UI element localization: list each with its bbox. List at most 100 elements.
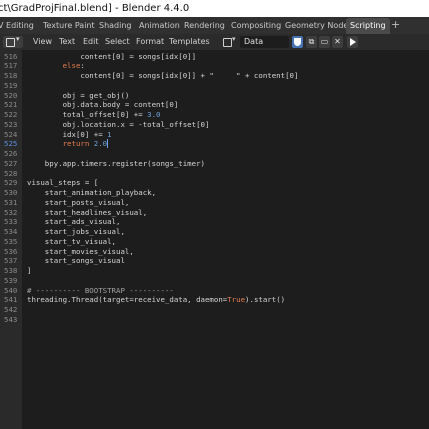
code-text[interactable]: content[0] = songs[idx[0]] + " " + conte… xyxy=(27,71,298,81)
code-text[interactable]: bpy.app.timers.register(songs_timer) xyxy=(27,159,205,169)
code-text[interactable]: visual_steps = [ xyxy=(27,178,98,188)
code-text[interactable]: idx[0] += 1 xyxy=(27,130,112,140)
new-textblock-button[interactable]: ▭ xyxy=(319,36,330,48)
code-line[interactable]: 529 visual_steps = [ xyxy=(0,178,429,188)
tab-rendering[interactable]: Rendering xyxy=(184,17,225,34)
line-number: 526 xyxy=(4,149,18,158)
run-script-button[interactable] xyxy=(347,36,358,48)
line-number: 538 xyxy=(4,266,18,275)
code-line[interactable]: 543 xyxy=(0,315,429,325)
code-line[interactable]: 516 content[0] = songs[idx[0]] xyxy=(0,52,429,62)
code-line[interactable]: 537 start_songs_visual xyxy=(0,256,429,266)
code-text[interactable]: obj.data.body = content[0] xyxy=(27,100,179,110)
menu-select[interactable]: Select xyxy=(105,34,130,50)
menu-templates[interactable]: Templates xyxy=(169,34,210,50)
line-number: 528 xyxy=(4,168,18,178)
code-line[interactable]: 531 start_posts_visual, xyxy=(0,198,429,208)
code-line[interactable]: 518 content[0] = songs[idx[0]] + " " + c… xyxy=(0,71,429,81)
line-number: 531 xyxy=(4,197,18,207)
tab-shading[interactable]: Shading xyxy=(99,17,132,34)
menu-text[interactable]: Text xyxy=(59,34,75,50)
textblock-browse-button[interactable]: ▾ xyxy=(222,35,236,48)
code-line[interactable]: 540 # ---------- BOOTSTRAP ---------- xyxy=(0,286,429,296)
tab-geometry-nodes[interactable]: Geometry Nodes xyxy=(285,17,352,34)
code-text[interactable]: return 2.0 xyxy=(27,139,108,149)
code-line[interactable]: 528 xyxy=(0,169,429,179)
line-number: 537 xyxy=(4,256,18,266)
code-line[interactable]: 532 start_headlines_visual, xyxy=(0,208,429,218)
code-line[interactable]: 520 obj = get_obj() xyxy=(0,91,429,101)
tab-compositing[interactable]: Compositing xyxy=(231,17,281,34)
line-number: 536 xyxy=(4,246,18,256)
code-line[interactable]: 536 start_movies_visual, xyxy=(0,247,429,257)
text-cursor xyxy=(107,139,108,149)
code-token: start_tv_visual, xyxy=(27,236,116,246)
line-number: 517 xyxy=(4,61,18,71)
line-number: 519 xyxy=(4,80,18,90)
line-number: 533 xyxy=(4,217,18,227)
fake-user-button[interactable] xyxy=(292,36,303,48)
menu-edit[interactable]: Edit xyxy=(83,34,99,50)
code-text[interactable]: start_tv_visual, xyxy=(27,237,116,247)
code-text[interactable]: start_jobs_visual, xyxy=(27,227,125,237)
code-token: threading.Thread(target=receive_data, da… xyxy=(27,295,228,305)
code-text[interactable]: start_animation_playback, xyxy=(27,188,156,198)
code-line[interactable]: 539 xyxy=(0,276,429,286)
add-workspace-icon[interactable]: + xyxy=(391,17,400,33)
code-text[interactable]: total_offset[0] += 3.0 xyxy=(27,110,161,120)
code-text[interactable]: start_ads_visual, xyxy=(27,217,121,227)
code-line[interactable]: 519 xyxy=(0,81,429,91)
code-line[interactable]: 541 threading.Thread(target=receive_data,… xyxy=(0,295,429,305)
menu-format[interactable]: Format xyxy=(136,34,164,50)
unlink-textblock-button[interactable]: ✕ xyxy=(332,36,343,48)
code-text[interactable]: content[0] = songs[idx[0]] xyxy=(27,52,196,62)
textblock-icon xyxy=(223,38,232,47)
code-line[interactable]: 521 obj.data.body = content[0] xyxy=(0,100,429,110)
code-token: visual_steps = [ xyxy=(27,178,99,188)
code-text[interactable]: start_headlines_visual, xyxy=(27,208,147,218)
tab-animation[interactable]: Animation xyxy=(139,17,180,34)
text-editor-area[interactable]: 516 content[0] = songs[idx[0]] 517 else: 5… xyxy=(0,50,429,429)
editor-type-button[interactable]: ▾ xyxy=(3,35,23,48)
code-line[interactable]: 525 return 2.0 xyxy=(0,139,429,149)
code-line[interactable]: 533 start_ads_visual, xyxy=(0,217,429,227)
code-token: content[0] = songs[idx[0]] xyxy=(27,51,197,61)
code-line[interactable]: 526 xyxy=(0,149,429,159)
code-line[interactable]: 522 total_offset[0] += 3.0 xyxy=(0,110,429,120)
code-line[interactable]: 517 else: xyxy=(0,61,429,71)
code-line[interactable]: 534 start_jobs_visual, xyxy=(0,227,429,237)
code-line[interactable]: 538] xyxy=(0,266,429,276)
tab-scripting[interactable]: Scripting xyxy=(346,18,390,34)
duplicate-textblock-button[interactable]: ⧉ xyxy=(306,36,317,48)
tab-video-editing[interactable]: V Editing xyxy=(0,17,34,34)
code-text[interactable]: start_movies_visual, xyxy=(27,247,134,257)
code-text[interactable]: else: xyxy=(27,61,85,71)
code-token: total_offset[0] += xyxy=(27,110,148,119)
line-number: 543 xyxy=(4,314,18,324)
tab-texture-paint[interactable]: Texture Paint xyxy=(43,17,95,34)
menu-view[interactable]: View xyxy=(33,34,52,50)
code-token: start_jobs_visual, xyxy=(27,227,125,236)
code-line[interactable]: 542 xyxy=(0,305,429,315)
code-line[interactable]: 524 idx[0] += 1 xyxy=(0,130,429,140)
code-text[interactable]: ] xyxy=(27,266,31,276)
code-token: idx[0] += xyxy=(27,129,108,139)
close-icon: ✕ xyxy=(334,37,341,46)
code-text[interactable]: start_posts_visual, xyxy=(27,198,130,208)
code-line[interactable]: 527 bpy.app.timers.register(songs_timer) xyxy=(0,159,429,169)
line-number: 542 xyxy=(4,305,18,314)
textblock-name-field[interactable]: Data xyxy=(240,36,289,48)
code-token: else xyxy=(62,61,81,71)
code-line[interactable]: 535 start_tv_visual, xyxy=(0,237,429,247)
code-line[interactable]: 523 obj.location.x = -total_offset[0] xyxy=(0,120,429,130)
code-token: bpy.app.timers.register(songs_timer) xyxy=(27,158,205,168)
code-text[interactable]: # ---------- BOOTSTRAP ---------- xyxy=(27,286,174,296)
code-line[interactable]: 530 start_animation_playback, xyxy=(0,188,429,198)
code-text[interactable]: start_songs_visual xyxy=(27,256,125,266)
code-token: ).start() xyxy=(245,295,286,305)
code-text[interactable]: obj.location.x = -total_offset[0] xyxy=(27,120,210,130)
code-text[interactable]: threading.Thread(target=receive_data, da… xyxy=(27,295,285,305)
code-text[interactable]: obj = get_obj() xyxy=(27,91,130,101)
shield-icon xyxy=(294,38,301,46)
